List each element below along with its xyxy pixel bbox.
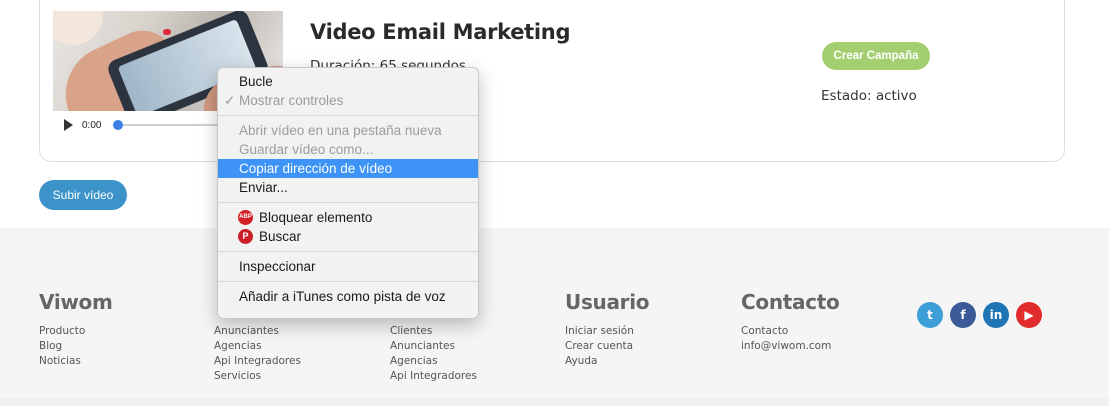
footer-link[interactable]: Iniciar sesión xyxy=(565,324,649,339)
cup-shape xyxy=(53,11,103,45)
menu-item-save-video-as: Guardar vídeo como... xyxy=(218,140,478,159)
abp-icon: ABP xyxy=(238,210,253,225)
youtube-icon[interactable]: ▶ xyxy=(1016,302,1042,328)
twitter-icon[interactable]: t xyxy=(917,302,943,328)
footer-link[interactable]: Crear cuenta xyxy=(565,339,649,354)
upload-video-button[interactable]: Subir vídeo xyxy=(39,180,127,210)
footer-link[interactable]: Anunciantes xyxy=(214,324,301,339)
footer-link[interactable]: Producto xyxy=(39,324,113,339)
footer-link[interactable]: Agencias xyxy=(214,339,301,354)
menu-item-label: Buscar xyxy=(259,229,302,244)
facebook-icon[interactable]: f xyxy=(950,302,976,328)
footer-link[interactable]: Api Integradores xyxy=(214,354,301,369)
footer-bottom-bar xyxy=(0,398,1109,406)
menu-item-inspect[interactable]: Inspeccionar xyxy=(218,257,478,276)
checkmark-icon: ✓ xyxy=(224,93,236,108)
menu-item-copy-video-address[interactable]: Copiar dirección de vídeo xyxy=(218,159,478,178)
player-time: 0:00 xyxy=(82,119,102,131)
menu-item-block-element[interactable]: ABP Bloquear elemento xyxy=(218,208,478,227)
menu-item-label: Inspeccionar xyxy=(239,259,316,274)
menu-separator xyxy=(218,115,478,116)
menu-item-label: Abrir vídeo en una pestaña nueva xyxy=(239,123,442,138)
menu-item-label: Bloquear elemento xyxy=(259,210,373,225)
menu-item-share[interactable]: Enviar... xyxy=(218,178,478,197)
footer-link[interactable]: Api Integradores xyxy=(390,369,477,384)
footer-link[interactable]: info@viwom.com xyxy=(741,339,839,354)
video-status: Estado: activo xyxy=(821,88,917,104)
social-links: t f in ▶ xyxy=(917,302,1042,328)
footer-column-contacto: Contacto Contacto info@viwom.com xyxy=(741,290,840,354)
menu-item-label: Enviar... xyxy=(239,180,288,195)
menu-item-loop[interactable]: Bucle xyxy=(218,72,478,91)
menu-item-label: Mostrar controles xyxy=(239,93,344,108)
footer-link[interactable]: Blog xyxy=(39,339,113,354)
menu-item-label: Guardar vídeo como... xyxy=(239,142,374,157)
footer-link[interactable]: Ayuda xyxy=(565,354,649,369)
nail-shape xyxy=(163,29,171,35)
footer-link[interactable]: Clientes xyxy=(390,324,477,339)
create-campaign-button[interactable]: Crear Campaña xyxy=(822,42,930,70)
footer-link[interactable]: Anunciantes xyxy=(390,339,477,354)
menu-separator xyxy=(218,202,478,203)
context-menu: Bucle ✓ Mostrar controles Abrir vídeo en … xyxy=(217,67,479,319)
status-value: activo xyxy=(875,88,917,104)
footer-title: Viwom xyxy=(39,290,113,314)
play-icon[interactable] xyxy=(64,119,73,131)
footer-link[interactable]: Servicios xyxy=(214,369,301,384)
footer-column-usuario: Usuario Iniciar sesión Crear cuenta Ayud… xyxy=(565,290,650,369)
menu-item-label: Bucle xyxy=(239,74,273,89)
footer-link[interactable]: Noticias xyxy=(39,354,113,369)
menu-item-show-controls: ✓ Mostrar controles xyxy=(218,91,478,110)
menu-separator xyxy=(218,251,478,252)
menu-item-open-video-new-tab: Abrir vídeo en una pestaña nueva xyxy=(218,121,478,140)
pinterest-icon: P xyxy=(238,229,253,244)
menu-item-add-to-itunes[interactable]: Añadir a iTunes como pista de voz xyxy=(218,287,478,306)
progress-knob[interactable] xyxy=(113,120,123,130)
footer-link[interactable]: Agencias xyxy=(390,354,477,369)
linkedin-icon[interactable]: in xyxy=(983,302,1009,328)
menu-separator xyxy=(218,281,478,282)
footer-title: Usuario xyxy=(565,290,650,314)
footer-title: Contacto xyxy=(741,290,840,314)
footer-column-viwom: Viwom Producto Blog Noticias xyxy=(39,290,113,369)
footer-link[interactable]: Contacto xyxy=(741,324,839,339)
video-title: Video Email Marketing xyxy=(310,20,571,44)
menu-item-search[interactable]: P Buscar xyxy=(218,227,478,246)
menu-item-label: Añadir a iTunes como pista de voz xyxy=(239,289,446,304)
status-label: Estado: xyxy=(821,88,872,104)
menu-item-label: Copiar dirección de vídeo xyxy=(239,161,393,176)
